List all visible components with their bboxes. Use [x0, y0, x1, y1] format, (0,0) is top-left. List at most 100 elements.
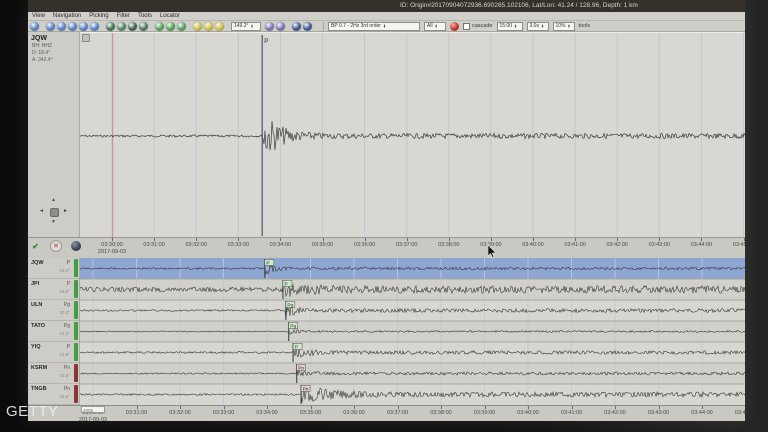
- threshold-value: 10%: [556, 23, 566, 29]
- axis-tick-label: 03:33:00: [228, 242, 249, 248]
- axis-tick-label: 03:40:00: [522, 242, 543, 248]
- accept-pick-button[interactable]: ✔: [30, 241, 41, 252]
- photo-of-monitor: { "watermark": "GETTY", "window": { "tit…: [0, 0, 768, 432]
- toolbar-group-phase: [155, 22, 186, 31]
- menubar: ViewNavigationPickingFilterToolsLocator: [28, 12, 745, 21]
- threshold-spinner-icon[interactable]: ▲▼: [568, 24, 571, 29]
- panel-corner-widget-icon[interactable]: [82, 34, 90, 42]
- zoom-trace-panel[interactable]: P: [80, 32, 745, 238]
- channel-spinner-icon[interactable]: ▲▼: [435, 24, 438, 29]
- station-row-code: YIQ: [31, 344, 40, 350]
- toolbar-button-picking-4[interactable]: [139, 22, 148, 31]
- pre-time-spinner-icon[interactable]: ▲▼: [541, 24, 544, 29]
- cascade-checkbox[interactable]: [463, 23, 470, 30]
- trace-list-panel[interactable]: PPPgPgPPnPn: [80, 258, 745, 405]
- reject-pick-button[interactable]: ✕: [50, 240, 62, 252]
- toolbar-button-phase-1[interactable]: [155, 22, 164, 31]
- axis-tick-label: 03:38:00: [438, 242, 459, 248]
- filter-select[interactable]: BP 0.7 - 2Hz 3rd order ▲▼: [328, 22, 420, 31]
- toolbar-button-zoom-1[interactable]: [265, 22, 274, 31]
- pre-time-spinbox[interactable]: 3.0s ▲▼: [527, 22, 549, 31]
- station-row-phase: P: [67, 281, 70, 287]
- zoom-trace-waveform[interactable]: P: [80, 33, 745, 238]
- svg-text:P: P: [284, 282, 287, 288]
- toolbar-button-file-1[interactable]: [30, 22, 39, 31]
- channel-select-value: All: [427, 23, 433, 29]
- time-window-spinbox[interactable]: 15:00 ▲▼: [497, 22, 523, 31]
- axis-tick: [533, 238, 534, 241]
- menu-item-tools[interactable]: Tools: [134, 12, 156, 20]
- svg-text:P: P: [264, 38, 268, 45]
- toolbar-button-amplitude-2[interactable]: [204, 22, 213, 31]
- station-row-code: KSRM: [31, 365, 47, 371]
- toolbar-button-navigation-4[interactable]: [79, 22, 88, 31]
- toolbar-button-navigation-3[interactable]: [68, 22, 77, 31]
- toolbar-button-navigation-2[interactable]: [57, 22, 66, 31]
- axis-tick: [491, 238, 492, 241]
- station-row-uln[interactable]: ULNPg20.3°: [28, 300, 79, 321]
- axis-tick-label: 03:41:00: [561, 410, 582, 416]
- relocate-button[interactable]: [71, 241, 81, 251]
- svg-text:P: P: [266, 261, 269, 267]
- toolbar-group-file: [30, 22, 39, 31]
- menu-item-filter[interactable]: Filter: [113, 12, 134, 20]
- toolbar-button-groups: 149.2°▲▼: [30, 22, 319, 31]
- trace-list-waveforms[interactable]: PPPgPgPPnPn: [80, 258, 745, 405]
- axis-tick-label: 03:33:00: [213, 410, 234, 416]
- amplitude-spinbox[interactable]: 149.2°▲▼: [231, 22, 261, 31]
- toolbar-button-picking-1[interactable]: [106, 22, 115, 31]
- station-row-tato[interactable]: TATOPg21.1°: [28, 321, 79, 342]
- station-row-code: TATO: [31, 323, 45, 329]
- station-row-jqw[interactable]: JQWP18.4°: [28, 258, 79, 279]
- amplitude-readout-value: 4005: [83, 408, 93, 413]
- station-row-tngb[interactable]: TNGBPn23.5°: [28, 384, 79, 405]
- axis-date-label: 2017-09-03: [98, 249, 126, 255]
- axis-tick: [154, 238, 155, 241]
- station-row-jpi[interactable]: JPIP19.6°: [28, 279, 79, 300]
- axis-tick-label: 03:45:00: [733, 242, 745, 248]
- menu-item-view[interactable]: View: [28, 12, 49, 20]
- amplitude-readout-box: 4005: [81, 406, 105, 413]
- menu-item-picking[interactable]: Picking: [85, 12, 112, 20]
- toolbar-button-zoom-2[interactable]: [276, 22, 285, 31]
- toolbar-button-phase-3[interactable]: [177, 22, 186, 31]
- pan-left-button[interactable]: ◄: [39, 209, 44, 214]
- station-row-distance: 19.6°: [59, 289, 70, 294]
- pick-status-bar: [74, 280, 78, 298]
- amplitude-spinbox-value: 149.2°: [234, 23, 249, 29]
- axis-tick-label: 03:44:00: [691, 242, 712, 248]
- toolbar-button-amplitude-3[interactable]: [215, 22, 224, 31]
- svg-text:Pn: Pn: [303, 387, 309, 393]
- record-button[interactable]: [450, 22, 459, 31]
- channel-select[interactable]: All ▲▼: [424, 22, 446, 31]
- station-azimuth: A: 342.4°: [32, 57, 79, 63]
- axis-tick-label: 03:44:00: [691, 410, 712, 416]
- toolbar-button-picking-3[interactable]: [128, 22, 137, 31]
- toolbar-button-commit-2[interactable]: [303, 22, 312, 31]
- axis-tick: [617, 238, 618, 241]
- menu-item-navigation[interactable]: Navigation: [49, 12, 85, 20]
- toolbar-button-picking-2[interactable]: [117, 22, 126, 31]
- toolbar-button-navigation-1[interactable]: [46, 22, 55, 31]
- axis-tick-label: 03:37:00: [387, 410, 408, 416]
- pan-down-button[interactable]: ▼: [51, 220, 56, 225]
- amplitude-spinner-icon[interactable]: ▲▼: [251, 24, 254, 29]
- pan-right-button[interactable]: ►: [63, 209, 68, 214]
- toolbar-button-commit-1[interactable]: [292, 22, 301, 31]
- toolbar-button-phase-2[interactable]: [166, 22, 175, 31]
- threshold-spinbox[interactable]: 10% ▲▼: [553, 22, 575, 31]
- axis-tick: [449, 238, 450, 241]
- pan-up-button[interactable]: ▲: [51, 198, 56, 203]
- station-row-code: ULN: [31, 302, 42, 308]
- station-row-ksrm[interactable]: KSRMPn22.8°: [28, 363, 79, 384]
- axis-tick: [365, 238, 366, 241]
- mouse-cursor: [488, 245, 497, 263]
- toolbar-button-amplitude-1[interactable]: [193, 22, 202, 31]
- menu-item-locator[interactable]: Locator: [156, 12, 184, 20]
- time-window-spinner-icon[interactable]: ▲▼: [514, 24, 517, 29]
- toolbar-group-amplitude: [193, 22, 224, 31]
- toolbar-button-navigation-5[interactable]: [90, 22, 99, 31]
- station-row-yiq[interactable]: YIQP21.9°: [28, 342, 79, 363]
- filter-spinner-icon[interactable]: ▲▼: [383, 24, 386, 29]
- pan-center-button[interactable]: [50, 208, 59, 217]
